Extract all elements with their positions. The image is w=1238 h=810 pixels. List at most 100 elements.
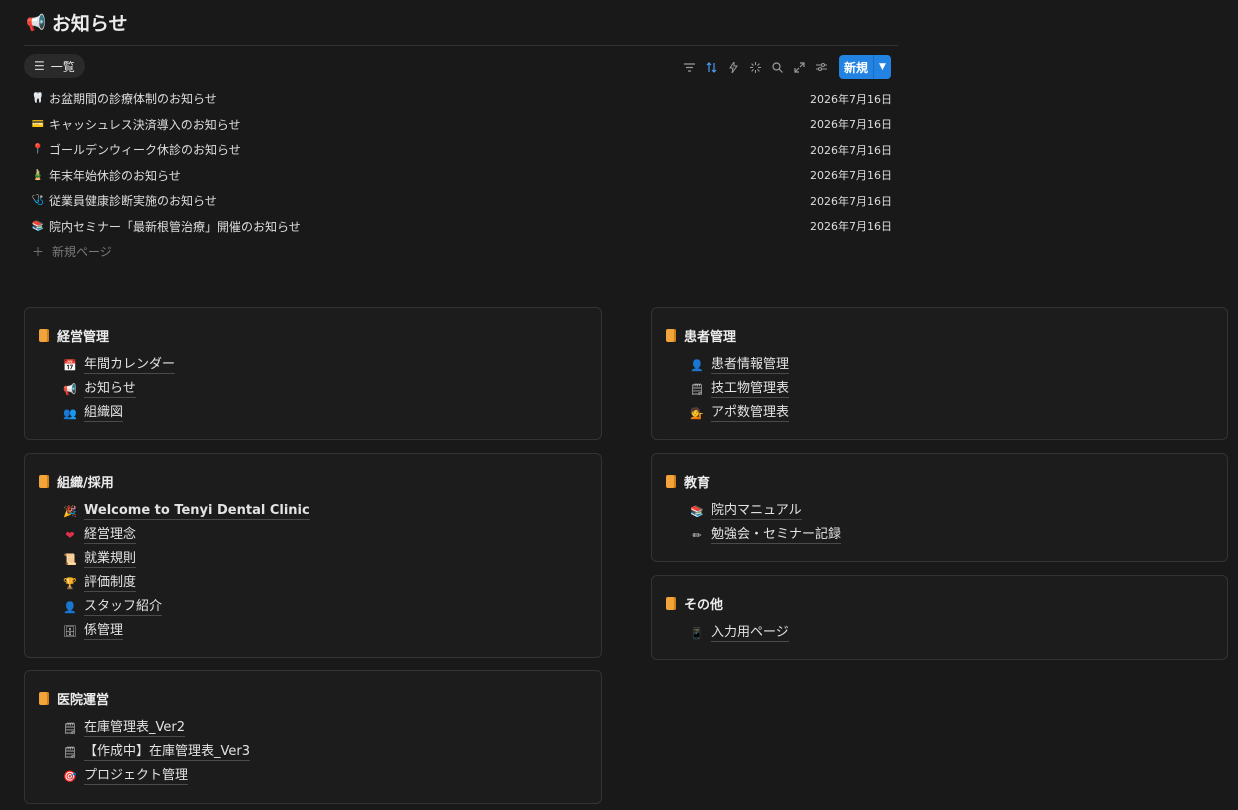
page-link[interactable]: 🗒 技工物管理表 — [690, 377, 790, 401]
page-link[interactable]: 📅 年間カレンダー — [63, 353, 176, 377]
page-link-label[interactable]: 年間カレンダー — [84, 357, 176, 374]
section-heading: 組織/採用 — [39, 472, 114, 491]
notice-row[interactable]: 📚 院内セミナー「最新根管治療」開催のお知らせ 2026年7月16日 — [24, 214, 898, 240]
section-card-clinic: 医院運営 🗒 在庫管理表_Ver2 🗒 【作成中】在庫管理表_Ver3 🎯 プロ… — [24, 670, 602, 804]
target-icon: 🎯 — [63, 769, 77, 783]
automation-bolt-icon[interactable] — [723, 56, 745, 78]
page-link[interactable]: 🎯 プロジェクト管理 — [63, 764, 250, 788]
notice-title[interactable]: お盆期間の診療体制のお知らせ — [49, 90, 217, 107]
notice-title[interactable]: 従業員健康診断実施のお知らせ — [49, 192, 217, 209]
notice-title[interactable]: 年末年始休診のお知らせ — [49, 167, 181, 184]
notice-date: 2026年7月16日 — [810, 118, 892, 132]
page-title: 📢 お知らせ — [26, 9, 128, 36]
view-tab-list[interactable]: ☰ 一覧 — [24, 54, 85, 78]
page-link[interactable]: 🗒 在庫管理表_Ver2 — [63, 716, 250, 740]
section-title: 患者管理 — [684, 330, 737, 345]
filter-icon[interactable] — [679, 56, 701, 78]
page-link-label[interactable]: Welcome to Tenyi Dental Clinic — [84, 503, 310, 520]
new-page-label: 新規ページ — [52, 245, 112, 259]
book-icon — [39, 475, 49, 488]
ai-sparkle-icon[interactable] — [745, 56, 767, 78]
page-link-label[interactable]: 評価制度 — [84, 575, 137, 592]
page-link-label[interactable]: プロジェクト管理 — [84, 768, 189, 785]
page-link-label[interactable]: スタッフ紹介 — [84, 599, 163, 616]
notice-title[interactable]: キャッシュレス決済導入のお知らせ — [49, 116, 241, 133]
page-link[interactable]: 📜 就業規則 — [63, 547, 310, 571]
section-links: 🎉 Welcome to Tenyi Dental Clinic ❤ 経営理念 … — [63, 499, 310, 643]
page-link-label[interactable]: 入力用ページ — [711, 625, 789, 642]
sort-icon[interactable] — [701, 56, 723, 78]
page-link[interactable]: 🎉 Welcome to Tenyi Dental Clinic — [63, 499, 310, 523]
section-heading: その他 — [666, 594, 723, 613]
search-icon[interactable] — [767, 56, 789, 78]
mobile-phone-icon: 📱 — [690, 626, 704, 640]
book-icon — [666, 329, 676, 342]
pin-icon: 📍 — [31, 144, 45, 156]
page-link[interactable]: ✏ 勉強会・セミナー記録 — [690, 523, 842, 547]
receptionist-icon: 💁 — [690, 406, 704, 420]
page-link-label[interactable]: 就業規則 — [84, 551, 137, 568]
calendar-icon: 📅 — [63, 358, 77, 372]
notice-date: 2026年7月16日 — [810, 194, 892, 208]
notice-date: 2026年7月16日 — [810, 143, 892, 157]
page-link-label[interactable]: アポ数管理表 — [711, 405, 790, 422]
section-title: 組織/採用 — [57, 476, 114, 491]
page-link[interactable]: 📚 院内マニュアル — [690, 499, 841, 523]
new-button-label[interactable]: 新規 — [839, 55, 873, 79]
section-heading: 経営管理 — [39, 326, 109, 345]
tooth-icon: 🦷 — [31, 93, 45, 105]
notice-title[interactable]: ゴールデンウィーク休診のお知らせ — [49, 141, 241, 158]
notice-list: 🦷 お盆期間の診療体制のお知らせ 2026年7月16日 💳 キャッシュレス決済導… — [24, 86, 898, 264]
page-link[interactable]: 🏆 評価制度 — [63, 571, 310, 595]
page-link[interactable]: 👥 組織図 — [63, 401, 175, 425]
page-link[interactable]: 🗒 【作成中】在庫管理表_Ver3 — [63, 740, 250, 764]
section-links: 🗒 在庫管理表_Ver2 🗒 【作成中】在庫管理表_Ver3 🎯 プロジェクト管… — [63, 716, 250, 788]
page-link[interactable]: 📱 入力用ページ — [690, 621, 789, 645]
page-link[interactable]: ❤ 経営理念 — [63, 523, 310, 547]
settings-sliders-icon[interactable] — [811, 56, 833, 78]
megaphone-icon[interactable]: 📢 — [26, 13, 46, 32]
section-links: 👤 患者情報管理 🗒 技工物管理表 💁 アポ数管理表 — [690, 353, 790, 425]
scroll-icon: 📜 — [63, 552, 77, 566]
page-link-label[interactable]: 経営理念 — [84, 527, 137, 544]
notice-row[interactable]: 💳 キャッシュレス決済導入のお知らせ 2026年7月16日 — [24, 112, 898, 138]
section-card-other: その他 📱 入力用ページ — [651, 575, 1228, 660]
expand-icon[interactable] — [789, 56, 811, 78]
page-link-label[interactable]: 組織図 — [84, 405, 124, 422]
page-title-text: お知らせ — [51, 13, 128, 35]
notice-row[interactable]: 🦷 お盆期間の診療体制のお知らせ 2026年7月16日 — [24, 86, 898, 112]
page-link-label[interactable]: 勉強会・セミナー記録 — [711, 527, 842, 544]
notice-title[interactable]: 院内セミナー「最新根管治療」開催のお知らせ — [49, 218, 301, 235]
page-link[interactable]: 🗄 係管理 — [63, 619, 310, 643]
pencil-icon: ✏ — [692, 528, 702, 542]
page-link[interactable]: 👤 スタッフ紹介 — [63, 595, 310, 619]
stethoscope-icon: 🩺 — [31, 195, 45, 207]
page-link-label[interactable]: 患者情報管理 — [711, 357, 790, 374]
database-toolbar: 新規 ▼ — [679, 55, 891, 79]
page-link-label[interactable]: 院内マニュアル — [711, 503, 802, 520]
chevron-down-icon[interactable]: ▼ — [873, 55, 891, 79]
page-link[interactable]: 💁 アポ数管理表 — [690, 401, 790, 425]
section-card-management: 経営管理 📅 年間カレンダー 📢 お知らせ 👥 組織図 — [24, 307, 602, 440]
megaphone-icon: 📢 — [63, 382, 77, 396]
page-link-label[interactable]: 係管理 — [84, 623, 124, 640]
notice-row[interactable]: 🩺 従業員健康診断実施のお知らせ 2026年7月16日 — [24, 188, 898, 214]
page-link-label[interactable]: お知らせ — [84, 381, 136, 398]
section-heading: 患者管理 — [666, 326, 736, 345]
page-link[interactable]: 📢 お知らせ — [63, 377, 175, 401]
page-link-label[interactable]: 【作成中】在庫管理表_Ver3 — [84, 744, 250, 761]
notice-date: 2026年7月16日 — [810, 220, 892, 234]
new-page-button[interactable]: ＋ 新規ページ — [24, 239, 898, 264]
plus-icon: ＋ — [32, 245, 45, 259]
section-card-organization: 組織/採用 🎉 Welcome to Tenyi Dental Clinic ❤… — [24, 453, 602, 658]
notice-row[interactable]: 🎍 年末年始休診のお知らせ 2026年7月16日 — [24, 163, 898, 189]
page-link-label[interactable]: 技工物管理表 — [711, 381, 790, 398]
section-card-patients: 患者管理 👤 患者情報管理 🗒 技工物管理表 💁 アポ数管理表 — [651, 307, 1228, 440]
page-link[interactable]: 👤 患者情報管理 — [690, 353, 790, 377]
section-heading: 医院運営 — [39, 689, 109, 708]
book-icon — [666, 475, 676, 488]
page-link-label[interactable]: 在庫管理表_Ver2 — [84, 720, 185, 737]
new-button[interactable]: 新規 ▼ — [838, 55, 891, 79]
notice-row[interactable]: 📍 ゴールデンウィーク休診のお知らせ 2026年7月16日 — [24, 137, 898, 163]
section-links: 📱 入力用ページ — [690, 621, 789, 645]
